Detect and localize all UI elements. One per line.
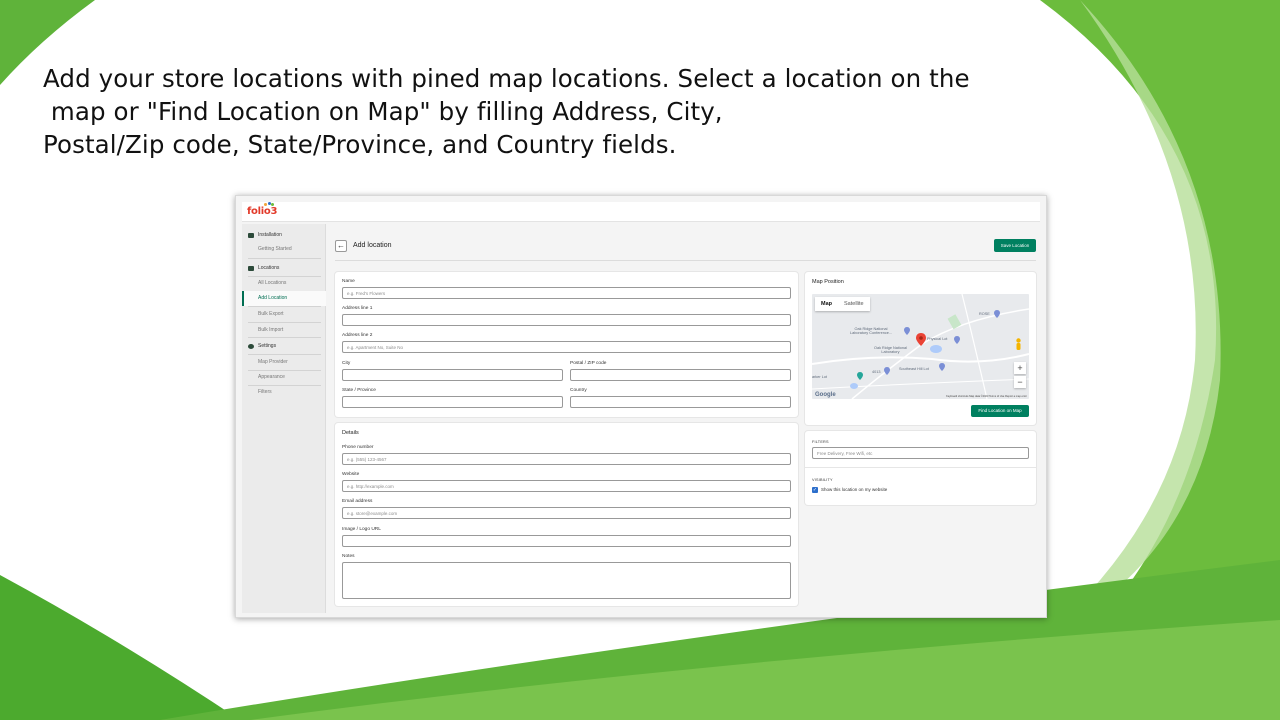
visibility-label: VISIBILITY: [812, 478, 833, 482]
show-on-website-label: Show this location on my website: [821, 487, 888, 492]
app-screenshot: folio3 Installation Getting Started Loca…: [235, 195, 1047, 618]
phone-label: Phone number: [342, 445, 374, 450]
app-logo[interactable]: folio3: [247, 206, 277, 217]
state-input[interactable]: [342, 396, 563, 408]
page-title: Add location: [353, 242, 392, 249]
map-label-parker-lot: arker Lot: [812, 375, 827, 379]
map-position-title: Map Position: [812, 279, 844, 285]
email-input[interactable]: [342, 507, 791, 519]
sidebar-item-installation[interactable]: Installation: [242, 228, 326, 243]
zoom-out-button[interactable]: −: [1014, 376, 1026, 388]
show-on-website-checkbox[interactable]: ✓: [812, 487, 818, 493]
map-label-conference: Oak Ridge National Laboratory Conference…: [850, 327, 893, 335]
sidebar-label: Locations: [258, 265, 280, 271]
email-label: Email address: [342, 499, 373, 504]
poi-pin-icon: [904, 327, 910, 335]
country-input[interactable]: [570, 396, 791, 408]
notes-label: Notes: [342, 554, 355, 559]
headline-line-3: Postal/Zip code, State/Province, and Cou…: [43, 130, 677, 159]
top-bar: folio3: [242, 202, 1040, 222]
poi-pin-icon: [884, 367, 890, 375]
map-marker-icon[interactable]: [916, 333, 926, 346]
poi-pin-icon: [994, 310, 1000, 318]
sidebar-item-filters[interactable]: Filters: [242, 385, 326, 400]
check-icon: ✓: [812, 487, 818, 493]
main-content: ← Add location Save Location Name Addres…: [328, 224, 1046, 617]
sidebar-label: Settings: [258, 343, 277, 349]
poi-pin-icon: [939, 363, 945, 371]
details-card: Details Phone number Website Email addre…: [335, 423, 798, 606]
notes-textarea[interactable]: [342, 562, 791, 599]
filters-input[interactable]: [812, 447, 1029, 459]
save-location-button[interactable]: Save Location: [994, 239, 1036, 252]
map-type-tabs: Map Satellite: [815, 297, 870, 311]
postal-code-input[interactable]: [570, 369, 791, 381]
city-input[interactable]: [342, 369, 563, 381]
sidebar-label: Installation: [258, 232, 282, 238]
postal-code-label: Postal / ZIP code: [570, 361, 607, 366]
map-label-physical-lot: Physical Lot: [927, 337, 948, 341]
country-label: Country: [570, 388, 587, 393]
sidebar-item-appearance[interactable]: Appearance: [242, 370, 326, 385]
address-line-2-label: Address line 2: [342, 333, 373, 338]
name-label: Name: [342, 279, 355, 284]
back-button[interactable]: ←: [335, 240, 347, 252]
filters-visibility-card: FILTERS VISIBILITY ✓ Show this location …: [805, 431, 1036, 505]
map-label-laboratory: Oak Ridge National Laboratory: [874, 346, 907, 354]
image-url-input[interactable]: [342, 535, 791, 547]
map-attribution[interactable]: Keyboard shortcuts Map data ©2023 Terms …: [946, 395, 1027, 398]
name-input[interactable]: [342, 287, 791, 299]
sidebar-item-getting-started[interactable]: Getting Started: [242, 242, 326, 257]
address-card: Name Address line 1 Address line 2 City …: [335, 272, 798, 417]
sidebar-item-bulk-import[interactable]: Bulk Import: [242, 323, 326, 338]
poi-pin-icon: [857, 372, 863, 380]
address-line-2-input[interactable]: [342, 341, 791, 353]
poi-pin-icon: [954, 336, 960, 344]
map-label-southeast-lot: Southeast Hill Lot: [899, 367, 929, 371]
header-divider: [335, 260, 1036, 261]
image-url-label: Image / Logo URL: [342, 527, 381, 532]
phone-input[interactable]: [342, 453, 791, 465]
find-location-button[interactable]: Find Location on Map: [971, 405, 1029, 417]
sidebar-item-map-provider[interactable]: Map Provider: [242, 355, 326, 370]
map-label-rose: ROSE: [979, 312, 990, 316]
locations-icon: [248, 266, 254, 271]
sidebar-item-locations[interactable]: Locations: [242, 261, 326, 276]
google-logo: Google: [815, 392, 836, 398]
filters-label: FILTERS: [812, 440, 829, 444]
sidebar-divider: [248, 258, 321, 259]
sidebar-divider: [248, 337, 321, 338]
installation-icon: [248, 233, 254, 238]
sidebar-item-add-location[interactable]: Add Location: [242, 291, 326, 306]
sidebar-item-all-locations[interactable]: All Locations: [242, 276, 326, 291]
headline: Add your store locations with pined map …: [43, 62, 970, 161]
card-divider: [805, 467, 1036, 468]
website-input[interactable]: [342, 480, 791, 492]
arrow-left-icon: ←: [337, 241, 345, 250]
sidebar-item-bulk-export[interactable]: Bulk Export: [242, 307, 326, 322]
map-position-card: Map Position Map Satellite Oak Ridge Nat…: [805, 272, 1036, 425]
map[interactable]: Map Satellite Oak Ridge National Laborat…: [812, 294, 1029, 399]
map-label-4013: 4013: [872, 370, 881, 374]
sidebar: Installation Getting Started Locations A…: [242, 224, 326, 613]
gear-icon: [248, 344, 254, 349]
state-label: State / Province: [342, 388, 376, 393]
headline-line-1: Add your store locations with pined map …: [43, 64, 970, 93]
pegman-icon[interactable]: [1015, 338, 1022, 350]
headline-line-2: map or "Find Location on Map" by filling…: [43, 97, 723, 126]
zoom-in-button[interactable]: +: [1014, 362, 1026, 374]
address-line-1-input[interactable]: [342, 314, 791, 326]
city-label: City: [342, 361, 351, 366]
sidebar-item-settings[interactable]: Settings: [242, 339, 326, 354]
address-line-1-label: Address line 1: [342, 306, 373, 311]
details-title: Details: [342, 430, 359, 436]
tab-satellite[interactable]: Satellite: [838, 297, 870, 311]
website-label: Website: [342, 472, 360, 477]
tab-map[interactable]: Map: [815, 297, 838, 311]
